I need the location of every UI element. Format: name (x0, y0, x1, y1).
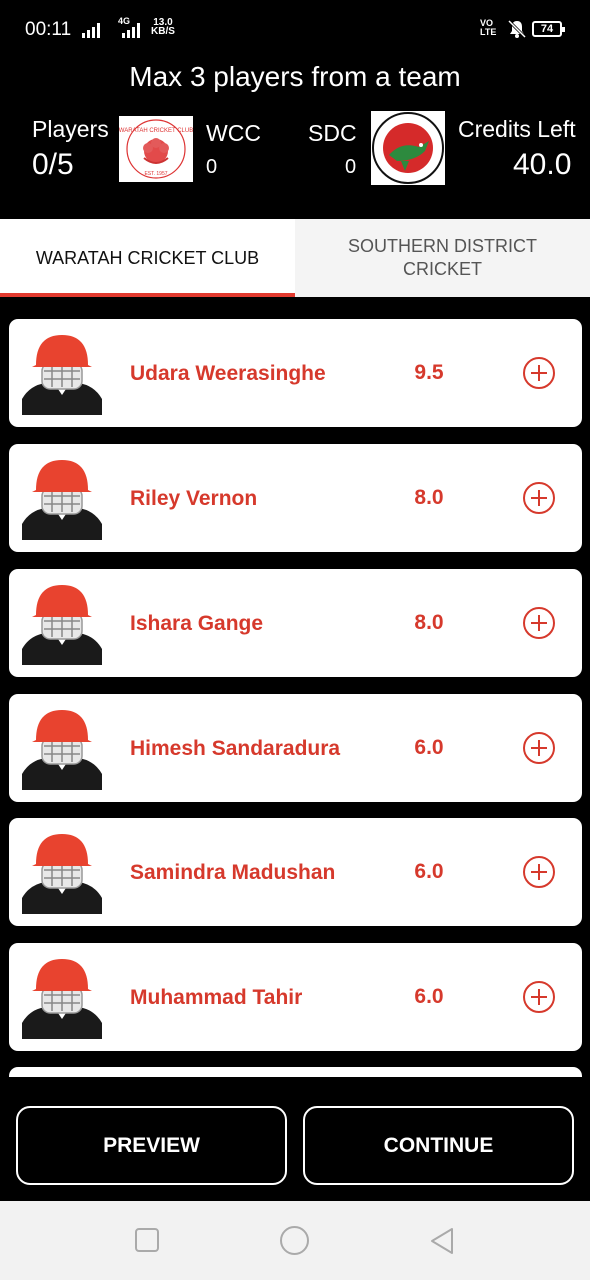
team-tabs: WARATAH CRICKET CLUB SOUTHERN DISTRICT C… (0, 219, 590, 297)
player-card[interactable]: Riley Vernon 8.0 (9, 444, 582, 552)
battery-icon: 74 (532, 21, 565, 37)
mute-bell-icon (507, 19, 527, 39)
player-card[interactable]: Ishara Gange 8.0 (9, 569, 582, 677)
back-icon[interactable] (429, 1227, 455, 1255)
network-speed: 13.0 KB/S (151, 17, 175, 37)
credits-value: 40.0 (513, 148, 572, 181)
player-card[interactable]: Muhammad Tahir 6.0 (9, 943, 582, 1051)
player-avatar (22, 585, 102, 665)
status-time: 00:11 (25, 19, 72, 40)
team1-abbr: WCC (206, 120, 261, 146)
system-nav-bar (0, 1201, 590, 1280)
player-list[interactable]: Udara Weerasinghe 9.5 Riley Vernon 8.0 I… (0, 297, 590, 1077)
player-card[interactable]: Samindra Madushan 6.0 (9, 818, 582, 926)
player-credits: 8.0 (414, 486, 444, 509)
player-name: Samindra Madushan (130, 860, 336, 884)
team2-abbr: SDC (308, 120, 357, 146)
svg-text:EST. 1957: EST. 1957 (144, 171, 167, 177)
team2-count: 0 (345, 156, 357, 178)
tab-waratah[interactable]: WARATAH CRICKET CLUB (0, 219, 295, 297)
player-card[interactable] (9, 1067, 582, 1077)
add-player-button[interactable] (522, 731, 556, 765)
continue-button[interactable]: CONTINUE (303, 1106, 574, 1185)
tab-southern-district[interactable]: SOUTHERN DISTRICT CRICKET (295, 219, 590, 297)
player-card[interactable]: Himesh Sandaradura 6.0 (9, 694, 582, 802)
players-count: 0/5 (32, 148, 74, 181)
player-avatar (22, 834, 102, 914)
home-icon[interactable] (279, 1225, 310, 1256)
southern-district-logo (371, 111, 445, 185)
player-name: Muhammad Tahir (130, 985, 303, 1009)
team1-count: 0 (206, 156, 218, 178)
player-credits: 9.5 (414, 361, 444, 384)
svg-text:WARATAH CRICKET CLUB: WARATAH CRICKET CLUB (119, 128, 193, 134)
player-name: Riley Vernon (130, 486, 258, 510)
add-player-button[interactable] (522, 481, 556, 515)
player-avatar (22, 335, 102, 415)
team-rule-title: Max 3 players from a team (129, 61, 461, 92)
volte-indicator: VO LTE (480, 18, 497, 37)
credits-label: Credits Left (458, 116, 576, 142)
player-credits: 6.0 (414, 736, 444, 759)
player-card[interactable]: Udara Weerasinghe 9.5 (9, 319, 582, 427)
preview-button[interactable]: PREVIEW (16, 1106, 287, 1185)
add-player-button[interactable] (522, 356, 556, 390)
signal-icon (122, 20, 140, 38)
player-name: Ishara Gange (130, 611, 264, 635)
waratah-logo: WARATAH CRICKET CLUB EST. 1957 (119, 116, 193, 182)
player-name: Himesh Sandaradura (130, 736, 341, 760)
players-label: Players (32, 116, 109, 142)
signal-icon (82, 20, 100, 38)
player-name: Udara Weerasinghe (130, 361, 326, 385)
player-avatar (22, 959, 102, 1039)
add-player-button[interactable] (522, 606, 556, 640)
player-credits: 6.0 (414, 985, 444, 1008)
player-credits: 8.0 (414, 611, 444, 634)
player-credits: 6.0 (414, 860, 444, 883)
player-avatar (22, 460, 102, 540)
add-player-button[interactable] (522, 855, 556, 889)
player-avatar (22, 710, 102, 790)
recent-apps-icon[interactable] (134, 1227, 160, 1253)
add-player-button[interactable] (522, 980, 556, 1014)
status-bar: 00:11 4G 13.0 KB/S VO LTE 74 (0, 0, 590, 58)
